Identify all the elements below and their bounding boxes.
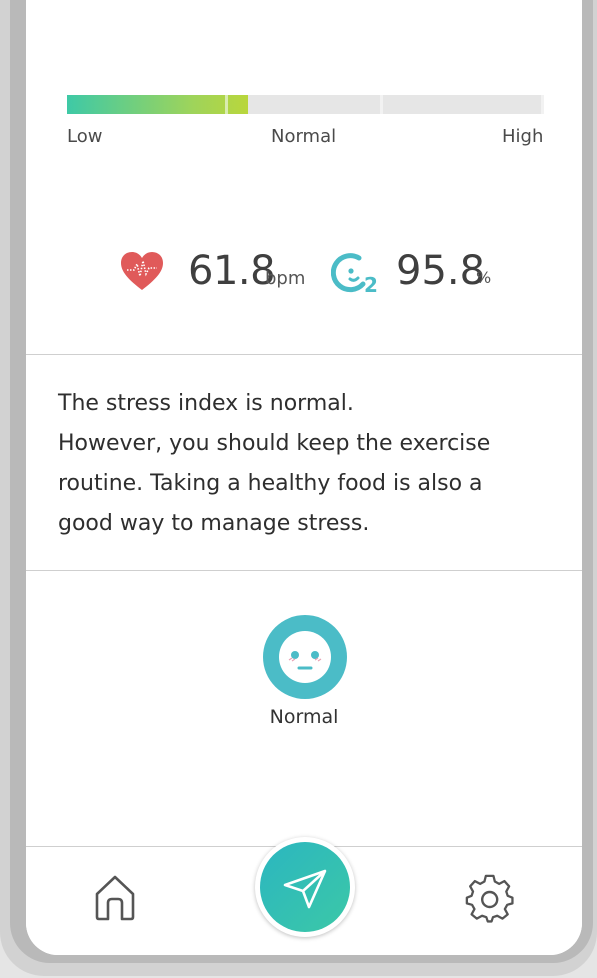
- neutral-face-icon: [263, 615, 347, 699]
- bottom-nav: [26, 837, 582, 955]
- divider-top: [26, 354, 582, 355]
- advice-line-4: good way to manage stress.: [58, 511, 370, 536]
- oxygen-unit: %: [476, 268, 492, 287]
- oxygen-value: 95.8: [396, 248, 486, 294]
- stress-level-fill: [67, 95, 249, 114]
- paper-plane-icon[interactable]: [260, 842, 350, 932]
- o2-icon: 2: [330, 250, 383, 300]
- scale-label-low: Low: [67, 126, 103, 147]
- vitals-row: 61.8 bpm 2 95.8 %: [26, 244, 582, 304]
- heart-rate-value: 61.8: [188, 248, 276, 294]
- svg-text:2: 2: [364, 273, 378, 296]
- stress-advice: The stress index is normal. However, you…: [58, 384, 558, 544]
- app-screen: Low Normal High 61.8 bpm 2 95.8 % The st…: [26, 0, 582, 955]
- advice-line-2: However, you should keep the exercise: [58, 431, 491, 456]
- gear-icon[interactable]: [464, 873, 516, 929]
- heart-rate-unit: bpm: [265, 268, 306, 289]
- stress-level-bar: [67, 95, 544, 114]
- home-icon[interactable]: [92, 872, 138, 926]
- scale-label-normal: Normal: [271, 126, 337, 147]
- heart-icon: [119, 250, 165, 296]
- send-button[interactable]: [255, 837, 355, 937]
- advice-line-1: The stress index is normal.: [58, 391, 354, 416]
- divider-bottom: [26, 570, 582, 571]
- mood-label: Normal: [269, 706, 339, 728]
- advice-line-3: routine. Taking a healthy food is also a: [58, 471, 483, 496]
- scale-label-high: High: [502, 126, 544, 147]
